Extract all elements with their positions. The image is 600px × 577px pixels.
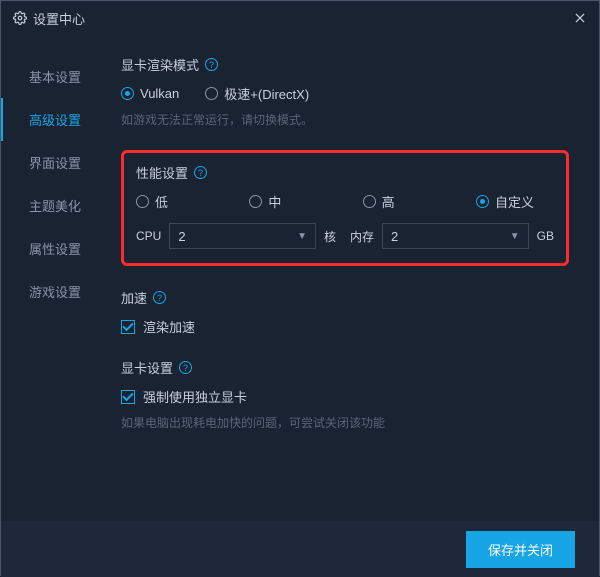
radio-mid[interactable]: 中 — [249, 192, 281, 211]
select-value: 2 — [391, 229, 398, 244]
close-icon[interactable] — [573, 11, 587, 25]
checkbox-label: 渲染加速 — [143, 317, 195, 336]
sidebar-item-theme[interactable]: 主题美化 — [1, 184, 111, 227]
cpu-unit: 核 — [324, 228, 336, 245]
cpu-label: CPU — [136, 229, 161, 243]
radio-label: 高 — [382, 192, 395, 211]
performance-section: 性能设置 ? 低 中 高 自定义 — [121, 150, 569, 266]
checkbox-force-gpu[interactable]: 强制使用独立显卡 — [121, 387, 569, 406]
radio-circle-icon — [249, 195, 262, 208]
accel-title: 加速 — [121, 288, 147, 307]
sidebar-item-game[interactable]: 游戏设置 — [1, 270, 111, 313]
select-value: 2 — [178, 229, 185, 244]
window-title: 设置中心 — [33, 9, 573, 28]
gpu-hint: 如果电脑出现耗电加快的问题，可尝试关闭该功能 — [121, 414, 569, 431]
cpu-select[interactable]: 2 ▼ — [169, 223, 316, 249]
radio-low[interactable]: 低 — [136, 192, 168, 211]
checkbox-icon — [121, 320, 135, 334]
radio-circle-icon — [205, 87, 218, 100]
chevron-down-icon: ▼ — [297, 231, 307, 242]
mem-unit: GB — [537, 229, 554, 243]
help-icon[interactable]: ? — [179, 361, 192, 374]
mem-label: 内存 — [350, 228, 374, 245]
sidebar-item-basic[interactable]: 基本设置 — [1, 55, 111, 98]
sidebar-item-interface[interactable]: 界面设置 — [1, 141, 111, 184]
radio-label: 极速+(DirectX) — [224, 84, 309, 103]
radio-custom[interactable]: 自定义 — [476, 192, 534, 211]
perf-title: 性能设置 — [136, 163, 188, 182]
save-close-button[interactable]: 保存并关闭 — [466, 531, 575, 568]
help-icon[interactable]: ? — [194, 166, 207, 179]
radio-vulkan[interactable]: Vulkan — [121, 86, 179, 101]
radio-circle-icon — [121, 87, 134, 100]
radio-label: Vulkan — [140, 86, 179, 101]
checkbox-icon — [121, 390, 135, 404]
chevron-down-icon: ▼ — [510, 231, 520, 242]
help-icon[interactable]: ? — [205, 58, 218, 71]
radio-directx[interactable]: 极速+(DirectX) — [205, 84, 309, 103]
sidebar-item-property[interactable]: 属性设置 — [1, 227, 111, 270]
radio-circle-icon — [363, 195, 376, 208]
checkbox-label: 强制使用独立显卡 — [143, 387, 247, 406]
mem-select[interactable]: 2 ▼ — [382, 223, 529, 249]
help-icon[interactable]: ? — [153, 291, 166, 304]
checkbox-render-accel[interactable]: 渲染加速 — [121, 317, 569, 336]
radio-label: 低 — [155, 192, 168, 211]
radio-circle-icon — [476, 195, 489, 208]
sidebar-item-advanced[interactable]: 高级设置 — [1, 98, 111, 141]
gear-icon — [13, 11, 27, 25]
radio-high[interactable]: 高 — [363, 192, 395, 211]
gpu-title: 显卡设置 — [121, 358, 173, 377]
sidebar: 基本设置 高级设置 界面设置 主题美化 属性设置 游戏设置 — [1, 35, 111, 521]
render-hint: 如游戏无法正常运行，请切换模式。 — [121, 111, 569, 128]
render-mode-title: 显卡渲染模式 — [121, 55, 199, 74]
radio-circle-icon — [136, 195, 149, 208]
radio-label: 自定义 — [495, 192, 534, 211]
radio-label: 中 — [268, 192, 281, 211]
